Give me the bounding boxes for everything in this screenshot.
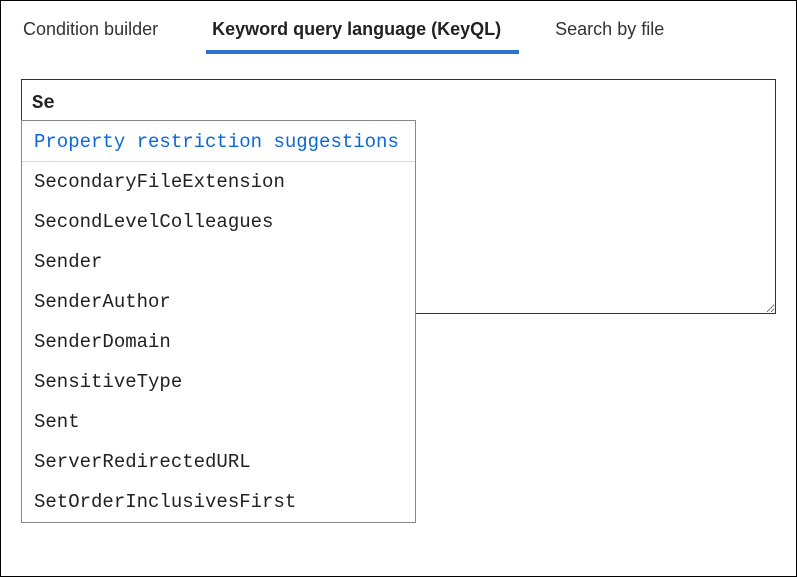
suggestion-item[interactable]: SecondaryFileExtension [22, 162, 415, 202]
suggestions-header: Property restriction suggestions [22, 121, 415, 162]
suggestion-item[interactable]: SecondLevelColleagues [22, 202, 415, 242]
suggestion-item[interactable]: SenderDomain [22, 322, 415, 362]
suggestions-dropdown: Property restriction suggestions Seconda… [21, 120, 416, 523]
suggestion-item[interactable]: Sent [22, 402, 415, 442]
tab-search-by-file[interactable]: Search by file [549, 9, 682, 54]
tab-condition-builder[interactable]: Condition builder [21, 9, 176, 54]
suggestion-item[interactable]: Sender [22, 242, 415, 282]
suggestion-item[interactable]: SetOrderInclusivesFirst [22, 482, 415, 522]
suggestion-item[interactable]: SensitiveType [22, 362, 415, 402]
tab-bar: Condition builder Keyword query language… [1, 1, 796, 54]
suggestion-item[interactable]: SenderAuthor [22, 282, 415, 322]
query-area: Property restriction suggestions Seconda… [21, 79, 776, 314]
tab-keyql[interactable]: Keyword query language (KeyQL) [206, 9, 519, 54]
suggestion-item[interactable]: ServerRedirectedURL [22, 442, 415, 482]
